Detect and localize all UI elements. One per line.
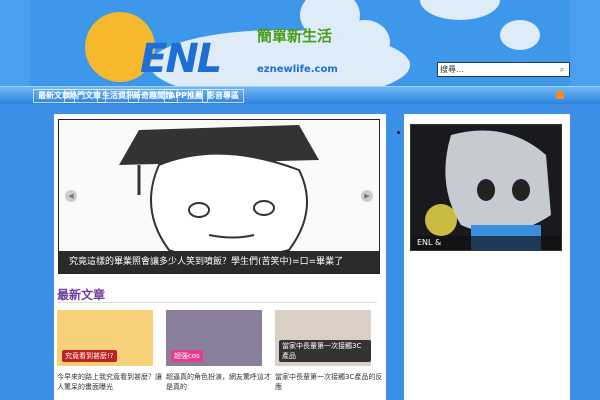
main-nav: 最新文章 熱門文章 生活資訊 新奇趣聞館 APP推薦 影音專區: [0, 86, 600, 104]
site-logo[interactable]: ENL: [140, 36, 222, 82]
header: ENL 簡單新生活 eznewlife.com ⌕: [0, 0, 600, 88]
section-divider: [57, 302, 377, 303]
cloud-decoration: [500, 20, 540, 50]
post-thumbnail[interactable]: 究竟看到甚麼!?: [57, 310, 153, 366]
sidebar-illustration: [411, 125, 561, 250]
search-input[interactable]: [440, 63, 555, 76]
post-title[interactable]: 當家中長輩第一次接觸3C產品的反應: [275, 372, 385, 392]
featured-slider[interactable]: ◀ ▶ 究竟這樣的畢業照會讓多少人笑到噴飯？學生們(苦笑中)=口=畢業了: [58, 119, 380, 274]
nav-item[interactable]: 影音專區: [202, 89, 244, 103]
post-title[interactable]: 超逼真的角色扮演，網友驚呼這才是真的: [166, 372, 276, 392]
post-thumbnail[interactable]: 超強cos: [166, 310, 262, 366]
rss-icon[interactable]: [556, 91, 564, 99]
site-logo-url: eznewlife.com: [257, 64, 338, 75]
next-arrow-icon[interactable]: ▶: [361, 190, 373, 202]
sidebar-caption: ENL &: [411, 236, 561, 250]
post-title[interactable]: 今早來的路上我究竟看到甚麼？讓人驚呆的畫面曝光: [57, 372, 167, 392]
site-logo-subtitle: 簡單新生活: [257, 27, 333, 45]
thumbnail-caption: 究竟看到甚麼!?: [62, 350, 117, 362]
search-icon[interactable]: ⌕: [557, 64, 567, 75]
sidebar-image[interactable]: ENL &: [410, 124, 562, 251]
post-thumbnail[interactable]: 當家中長輩第一次接觸3C產品: [275, 310, 371, 366]
thumbnail-caption: 超強cos: [171, 350, 203, 362]
search-box: ⌕: [437, 62, 570, 77]
slider-caption[interactable]: 究竟這樣的畢業照會讓多少人笑到噴飯？學生們(苦笑中)=口=畢業了: [59, 251, 379, 273]
section-title: 最新文章: [57, 288, 106, 302]
thumbnail-caption: 當家中長輩第一次接觸3C產品: [279, 340, 371, 362]
prev-arrow-icon[interactable]: ◀: [65, 190, 77, 202]
list-bullet: [397, 131, 400, 134]
